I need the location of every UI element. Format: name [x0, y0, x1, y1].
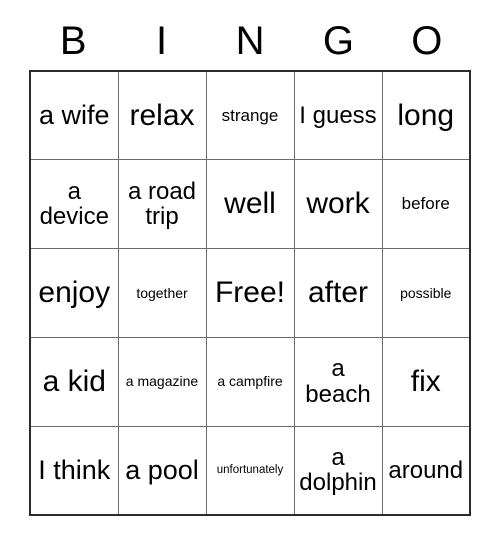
- bingo-cell-g4[interactable]: a beach: [293, 336, 383, 427]
- bingo-cell-label: a beach: [305, 355, 371, 408]
- bingo-cell-label: strange: [221, 105, 279, 125]
- bingo-cell-label: unfortunately: [216, 464, 284, 477]
- bingo-cell-b3[interactable]: enjoy: [29, 248, 119, 338]
- bingo-cell-label: well: [224, 187, 276, 221]
- bingo-cell-label: a dolphin: [299, 443, 377, 497]
- bingo-cell-n2[interactable]: well: [205, 159, 295, 250]
- bingo-row: a device a road trip well work before: [29, 159, 471, 250]
- bingo-cell-i2[interactable]: a road trip: [117, 159, 207, 250]
- bingo-cell-g1[interactable]: I guess: [293, 70, 383, 161]
- bingo-cell-i5[interactable]: a pool: [117, 425, 207, 516]
- bingo-cell-i1[interactable]: relax: [117, 70, 207, 161]
- bingo-header-letter-o: O: [411, 19, 443, 63]
- bingo-grid: a wife relax strange I guess long a devi…: [29, 70, 471, 516]
- bingo-cell-o4[interactable]: fix: [381, 336, 471, 427]
- bingo-cell-label: around: [388, 456, 464, 484]
- bingo-header-letter-i: I: [156, 19, 168, 63]
- bingo-cell-i3[interactable]: together: [117, 248, 207, 338]
- bingo-cell-b4[interactable]: a kid: [29, 336, 119, 427]
- bingo-card: B I N G O a wife relax strange I guess l…: [29, 12, 471, 516]
- bingo-cell-label: long: [397, 98, 455, 132]
- bingo-cell-b1[interactable]: a wife: [29, 70, 119, 161]
- bingo-cell-label: possible: [400, 284, 452, 301]
- bingo-cell-label: relax: [129, 98, 195, 132]
- bingo-cell-label: before: [401, 194, 450, 214]
- bingo-row: enjoy together Free! after possible: [29, 248, 471, 338]
- bingo-cell-label: enjoy: [38, 276, 111, 310]
- bingo-cell-label: I think: [38, 455, 111, 486]
- bingo-cell-g2[interactable]: work: [293, 159, 383, 250]
- bingo-cell-label: work: [306, 187, 370, 221]
- bingo-cell-b5[interactable]: I think: [29, 425, 119, 516]
- bingo-cell-b2[interactable]: a device: [29, 159, 119, 250]
- bingo-free-space-label: Free!: [214, 276, 286, 310]
- bingo-cell-label: a kid: [42, 364, 106, 398]
- bingo-row: a wife relax strange I guess long: [29, 70, 471, 161]
- bingo-cell-n1[interactable]: strange: [205, 70, 295, 161]
- bingo-cell-label: fix: [410, 364, 441, 398]
- bingo-cell-o3[interactable]: possible: [381, 248, 471, 338]
- bingo-cell-label: a device: [39, 177, 109, 231]
- bingo-cell-n5[interactable]: unfortunately: [205, 425, 295, 516]
- bingo-row: I think a pool unfortunately a dolphin a…: [29, 425, 471, 516]
- bingo-cell-label: a wife: [38, 100, 110, 131]
- bingo-cell-o5[interactable]: around: [381, 425, 471, 516]
- bingo-cell-label: a magazine: [125, 373, 199, 390]
- bingo-header-letter-b: B: [59, 19, 87, 63]
- bingo-cell-label: after: [307, 276, 369, 310]
- bingo-cell-g3[interactable]: after: [293, 248, 383, 338]
- bingo-cell-label: together: [136, 284, 188, 301]
- bingo-cell-o2[interactable]: before: [381, 159, 471, 250]
- bingo-cell-g5[interactable]: a dolphin: [293, 425, 383, 516]
- bingo-cell-label: I guess: [299, 101, 377, 129]
- bingo-header-letter-g: G: [322, 19, 354, 63]
- bingo-cell-n4[interactable]: a campfire: [205, 336, 295, 427]
- bingo-header-row: B I N G O: [29, 12, 471, 70]
- bingo-cell-i4[interactable]: a magazine: [117, 336, 207, 427]
- bingo-cell-label: a campfire: [217, 373, 283, 390]
- bingo-row: a kid a magazine a campfire a beach fix: [29, 336, 471, 427]
- bingo-cell-free-space[interactable]: Free!: [205, 248, 295, 338]
- bingo-cell-label: a road trip: [127, 177, 197, 231]
- bingo-cell-o1[interactable]: long: [381, 70, 471, 161]
- bingo-header-letter-n: N: [235, 19, 265, 63]
- bingo-cell-label: a pool: [125, 455, 199, 486]
